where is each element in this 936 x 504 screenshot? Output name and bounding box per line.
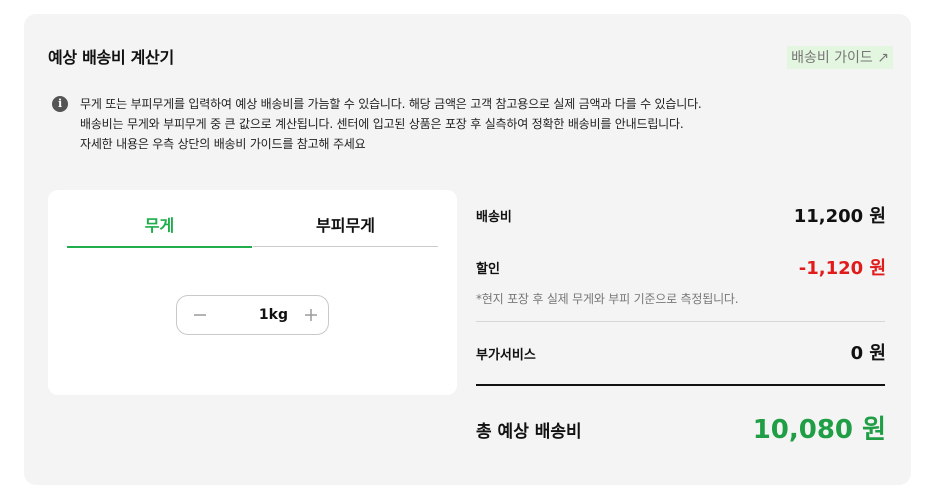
- tab-weight[interactable]: 무게: [67, 212, 252, 248]
- divider: [476, 321, 885, 322]
- weight-stepper: 1kg: [176, 295, 329, 335]
- info-notice: i 무게 또는 부피무게를 입력하여 예상 배송비를 가늠할 수 있습니다. 해…: [52, 94, 702, 154]
- page-title: 예상 배송비 계산기: [48, 48, 174, 67]
- info-line: 무게 또는 부피무게를 입력하여 예상 배송비를 가늠할 수 있습니다. 해당 …: [80, 97, 702, 111]
- addon-service-value: 0 원: [850, 343, 886, 364]
- minus-icon: [194, 314, 206, 316]
- plus-icon: [305, 309, 317, 321]
- total-value: 10,080 원: [752, 415, 886, 445]
- info-line: 배송비는 무게와 부피무게 중 큰 값으로 계산됩니다. 센터에 입고된 상품은…: [80, 117, 684, 131]
- measurement-note: *현지 포장 후 실제 무게와 부피 기준으로 측정됩니다.: [476, 292, 739, 306]
- weight-value[interactable]: 1kg: [217, 307, 294, 323]
- total-divider: [476, 384, 885, 386]
- total-label: 총 예상 배송비: [476, 422, 582, 442]
- shipping-fee-value: 11,200 원: [793, 206, 886, 227]
- addon-service-label: 부가서비스: [476, 348, 536, 363]
- increment-button[interactable]: [294, 296, 328, 334]
- tab-volume-weight[interactable]: 부피무게: [253, 212, 438, 247]
- shipping-guide-link[interactable]: 배송비 가이드 ↗: [787, 46, 893, 69]
- shipping-fee-label: 배송비: [476, 210, 512, 225]
- decrement-button[interactable]: [183, 296, 217, 334]
- shipping-calculator-card: 예상 배송비 계산기 배송비 가이드 ↗ i 무게 또는 부피무게를 입력하여 …: [24, 14, 911, 485]
- discount-label: 할인: [476, 262, 500, 277]
- input-panel: 무게 부피무게 1kg: [48, 190, 457, 395]
- info-icon: i: [52, 96, 68, 112]
- info-line: 자세한 내용은 우측 상단의 배송비 가이드를 참고해 주세요: [80, 137, 366, 151]
- discount-value: -1,120 원: [798, 258, 886, 279]
